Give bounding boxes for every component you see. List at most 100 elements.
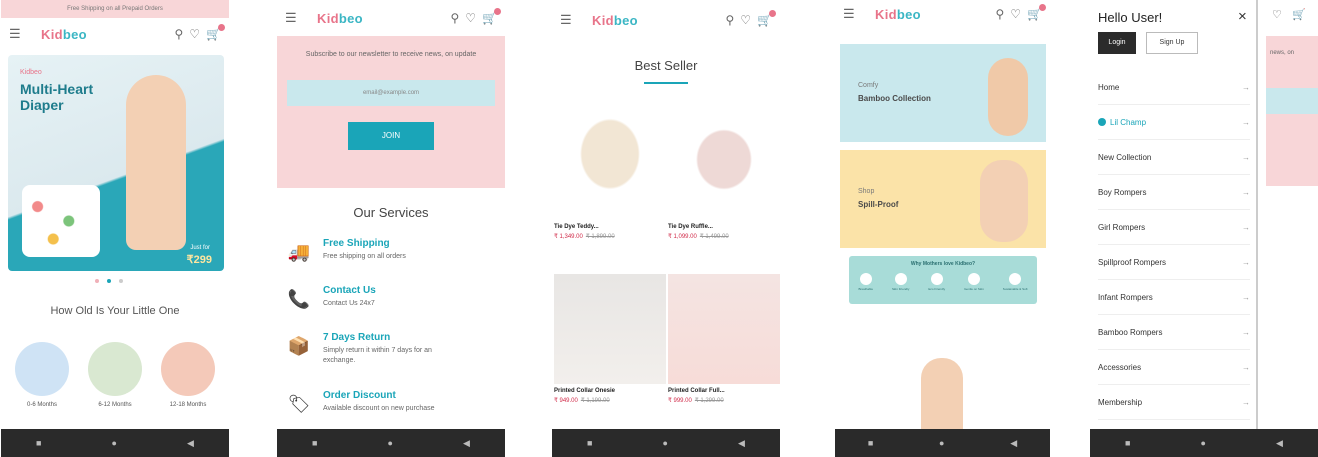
age-section-title: How Old Is Your Little One [50,305,180,317]
product-card[interactable]: Printed Collar Full... ₹ 999.00 ₹ 1,299.0… [668,274,780,404]
back-icon[interactable]: ◀ [738,438,745,449]
recents-icon[interactable]: ■ [36,438,41,448]
menu-item-spillproof-rompers[interactable]: Spillproof Rompers → [1098,245,1250,280]
signup-button[interactable]: Sign Up [1146,32,1198,54]
bamboo-banner[interactable]: Comfy Bamboo Collection [840,44,1046,142]
menu-icon[interactable]: ☰ [560,12,578,28]
menu-item-lil-champ[interactable]: Lil Champ → [1098,105,1250,140]
hero-logo: Kidbeo [20,69,42,76]
product-image[interactable] [668,274,780,384]
menu-item-home[interactable]: Home → [1098,70,1250,105]
baby-image [126,75,186,250]
logo-part-b: beo [613,12,638,28]
recents-icon[interactable]: ■ [312,438,317,448]
search-icon[interactable]: ⚲ [995,7,1004,21]
age-circle-12-18[interactable] [161,342,215,396]
spill-proof-banner[interactable]: Shop Spill-Proof [840,150,1046,248]
menu-item-label: Home [1098,82,1120,92]
heart-icon[interactable]: ♡ [465,11,476,25]
why-item: Gentle on Skin [964,287,984,291]
menu-icon[interactable]: ☰ [285,10,303,26]
bg-teal-input [1266,88,1318,114]
age-circle-6-12[interactable] [88,342,142,396]
logo-part-a: Kid [875,6,897,22]
why-item: Eco Friendly [928,287,946,291]
join-button[interactable]: JOIN [348,121,434,150]
android-navbar: ■ ● ◀ [835,429,1050,457]
age-circle-0-6[interactable] [15,342,69,396]
login-button[interactable]: Login [1098,32,1136,54]
back-icon[interactable]: ◀ [187,438,194,449]
heart-icon: ♡ [1272,9,1282,21]
logo[interactable]: Kidbeo [592,13,638,28]
price-mrp: ₹ 1,899.00 [585,234,615,240]
home-icon[interactable]: ● [388,438,393,448]
drawer-greeting: Hello User! [1098,10,1163,25]
promo-topbar: Free Shipping on all Prepaid Orders [1,0,229,18]
menu-item-girl-rompers[interactable]: Girl Rompers → [1098,210,1250,245]
product-card[interactable]: Tie Dye Ruffle... ₹ 1,099.00 ₹ 1,499.00 [668,110,780,240]
product-image[interactable] [668,110,780,220]
product-image[interactable] [554,274,666,384]
chevron-right-icon: → [1242,82,1250,92]
why-item: Breathable [858,287,874,291]
carousel-dots[interactable] [95,279,123,283]
carousel-dot[interactable] [95,279,99,283]
search-icon[interactable]: ⚲ [174,27,183,41]
price-mrp: ₹ 1,199.00 [580,398,610,404]
truck-icon: 🚚 [287,241,311,262]
email-input[interactable]: email@example.com [287,79,495,106]
recents-icon[interactable]: ■ [868,438,873,448]
menu-icon[interactable]: ☰ [9,26,27,42]
home-icon[interactable]: ● [663,438,668,448]
product-name[interactable]: Printed Collar Full... [668,388,780,394]
product-name[interactable]: Printed Collar Onesie [554,388,666,394]
heart-icon[interactable]: ♡ [740,13,751,27]
close-icon[interactable]: × [1238,8,1247,25]
cart-icon[interactable]: 🛒 [757,10,776,27]
product-card[interactable]: Printed Collar Onesie ₹ 949.00 ₹ 1,199.00 [554,274,666,404]
logo-part-b: beo [338,10,363,26]
product-name[interactable]: Tie Dye Teddy... [554,224,666,230]
logo[interactable]: Kidbeo [41,27,87,42]
menu-item-membership[interactable]: Membership → [1098,385,1250,420]
product-image[interactable] [554,110,666,220]
age-label: 0-6 Months [26,402,57,408]
screen-side-menu: ♡ 🛒 news, on Hello User! × Login Sign Up… [1090,0,1318,457]
search-icon[interactable]: ⚲ [725,13,734,27]
chevron-right-icon: → [1242,327,1250,337]
product-card[interactable]: Tie Dye Teddy... ₹ 1,349.00 ₹ 1,899.00 [554,110,666,240]
recents-icon[interactable]: ■ [1125,438,1130,448]
back-icon[interactable]: ◀ [463,438,470,449]
back-icon[interactable]: ◀ [1010,438,1017,449]
home-icon[interactable]: ● [112,438,117,448]
header: ☰ Kidbeo ⚲ ♡ 🛒 [277,4,505,32]
service-item: 📞 Contact Us Contact Us 24x7 [285,285,463,313]
carousel-dot[interactable] [119,279,123,283]
hero-banner[interactable]: Kidbeo Multi-Heart Diaper Just for ₹299 [8,55,224,271]
search-icon[interactable]: ⚲ [450,11,459,25]
menu-item-accessories[interactable]: Accessories → [1098,350,1250,385]
diaper-image [22,185,100,257]
home-icon[interactable]: ● [939,438,944,448]
logo[interactable]: Kidbeo [875,7,921,22]
cart-icon[interactable]: 🛒 [206,24,225,41]
menu-item-boy-rompers[interactable]: Boy Rompers → [1098,175,1250,210]
carousel-dot-active[interactable] [107,279,111,283]
screen-services: ☰ Kidbeo ⚲ ♡ 🛒 Subscribe to our newsletter… [277,0,505,457]
menu-icon[interactable]: ☰ [843,6,861,22]
menu-item-bamboo-rompers[interactable]: Bamboo Rompers → [1098,315,1250,350]
logo[interactable]: Kidbeo [317,11,363,26]
menu-item-new-collection[interactable]: New Collection → [1098,140,1250,175]
newsletter-text: Subscribe to our newsletter to receive n… [305,51,477,58]
heart-icon[interactable]: ♡ [1010,7,1021,21]
home-icon[interactable]: ● [1201,438,1206,448]
back-icon[interactable]: ◀ [1276,438,1283,449]
menu-item-label: Boy Rompers [1098,187,1147,197]
product-name[interactable]: Tie Dye Ruffle... [668,224,780,230]
cart-icon[interactable]: 🛒 [482,8,501,25]
recents-icon[interactable]: ■ [587,438,592,448]
heart-icon[interactable]: ♡ [189,27,200,41]
cart-icon[interactable]: 🛒 [1027,4,1046,21]
menu-item-infant-rompers[interactable]: Infant Rompers → [1098,280,1250,315]
